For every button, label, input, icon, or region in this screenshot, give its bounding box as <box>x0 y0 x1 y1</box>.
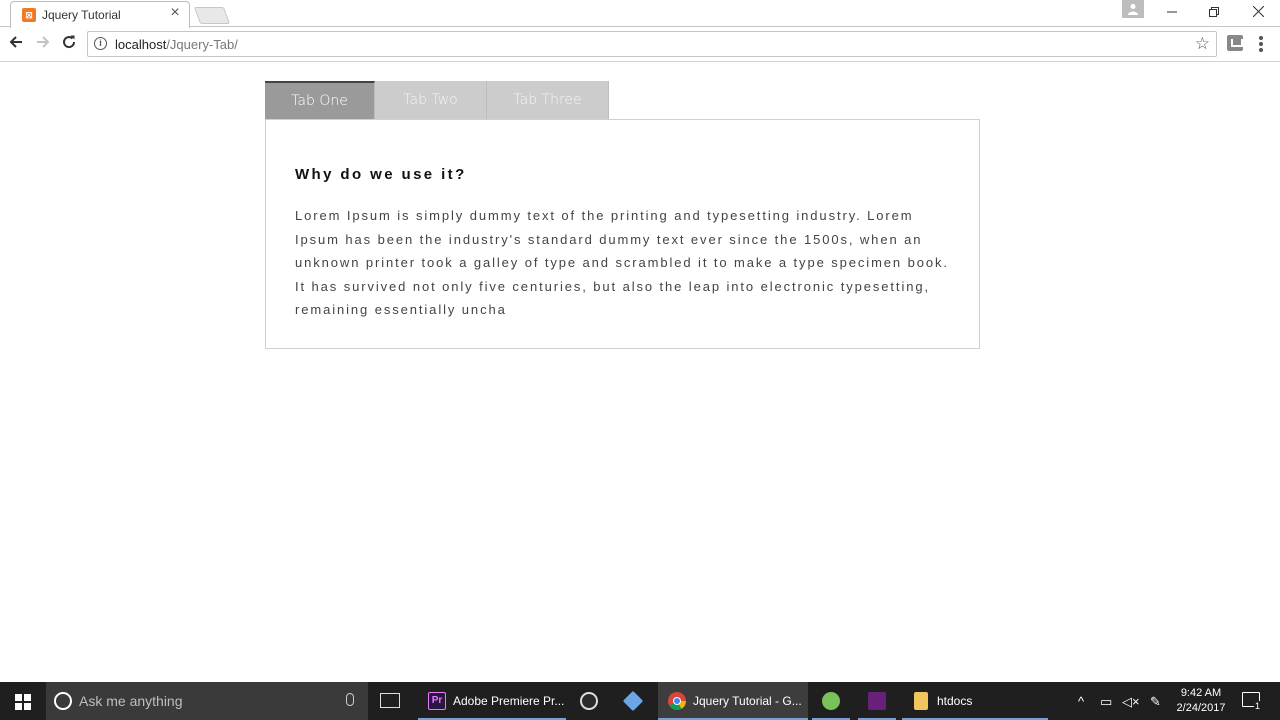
pen-icon[interactable]: ✎ <box>1150 694 1161 710</box>
minimize-icon <box>1167 11 1177 13</box>
browser-tab[interactable]: ⊠ Jquery Tutorial × <box>10 1 190 28</box>
folder-icon <box>914 692 928 710</box>
taskbar-item-premiere[interactable]: Pr Adobe Premiere Pr... <box>418 682 566 720</box>
xampp-favicon-icon: ⊠ <box>22 8 36 22</box>
clock-time: 9:42 AM <box>1180 687 1222 699</box>
speaker-muted-icon[interactable]: ◁× <box>1122 694 1140 710</box>
cortana-icon <box>54 692 72 710</box>
forward-button[interactable] <box>33 34 53 54</box>
task-view-icon[interactable] <box>380 693 400 708</box>
restore-button[interactable] <box>1192 0 1236 26</box>
forward-arrow-icon <box>37 36 50 48</box>
start-button[interactable] <box>0 682 46 720</box>
close-window-button[interactable] <box>1236 0 1280 26</box>
taskbar-item-label: Adobe Premiere Pr... <box>453 694 565 708</box>
network-icon[interactable]: ▭ <box>1100 694 1112 710</box>
back-button[interactable] <box>6 34 26 54</box>
premiere-icon: Pr <box>428 692 446 710</box>
minimize-button[interactable] <box>1150 0 1194 26</box>
taskbar-item-label: htdocs <box>937 694 973 708</box>
taskbar: Ask me anything Pr Adobe Premiere Pr... … <box>0 682 1280 720</box>
user-icon <box>1128 4 1138 15</box>
close-window-icon <box>1252 5 1264 18</box>
panel-text: Lorem Ipsum is simply dummy text of the … <box>295 208 949 317</box>
notification-count: 1 <box>1254 701 1262 711</box>
page-content: Tab One Tab Two Tab Three Why do we use … <box>0 62 1280 682</box>
search-placeholder: Ask me anything <box>79 693 183 709</box>
reload-icon <box>63 35 76 49</box>
browser-tab-title: Jquery Tutorial <box>42 8 121 22</box>
tab-two[interactable]: Tab Two <box>375 81 487 120</box>
new-tab-button[interactable] <box>193 7 231 24</box>
browser-menu-icon[interactable] <box>1258 34 1264 54</box>
address-bar[interactable]: i localhost/Jquery-Tab/ ☆ <box>87 31 1217 57</box>
url-host: localhost <box>115 37 167 52</box>
close-icon[interactable]: × <box>167 5 183 21</box>
chevron-up-icon[interactable]: ^ <box>1078 694 1084 709</box>
chrome-icon <box>668 692 686 710</box>
taskbar-item-android-studio[interactable] <box>812 682 850 720</box>
tab-one[interactable]: Tab One <box>265 81 375 120</box>
tab-navigation: Tab One Tab Two Tab Three <box>265 81 609 120</box>
bookmark-star-icon[interactable]: ☆ <box>1195 34 1210 54</box>
obs-icon <box>580 692 598 710</box>
taskbar-item-box-app[interactable] <box>614 682 652 720</box>
reload-button[interactable] <box>59 34 79 54</box>
url-text[interactable]: localhost/Jquery-Tab/ <box>115 37 238 52</box>
taskbar-item-chrome[interactable]: Jquery Tutorial - G... <box>658 682 808 720</box>
taskbar-item-visual-studio[interactable] <box>858 682 896 720</box>
taskbar-search-box[interactable]: Ask me anything <box>46 682 368 720</box>
panel-heading: Why do we use it? <box>295 166 467 183</box>
microphone-icon[interactable] <box>346 693 354 706</box>
box-app-icon <box>622 690 644 712</box>
taskbar-item-obs[interactable] <box>570 682 608 720</box>
restore-icon <box>1209 7 1219 17</box>
back-arrow-icon <box>9 36 22 48</box>
browser-tabstrip: ⊠ Jquery Tutorial × <box>0 0 1280 28</box>
taskbar-clock[interactable]: 9:42 AM 2/24/2017 <box>1170 686 1232 716</box>
browser-toolbar: i localhost/Jquery-Tab/ ☆ <box>0 27 1280 62</box>
url-path: /Jquery-Tab/ <box>166 37 238 52</box>
windows-logo-icon <box>15 694 31 710</box>
taskbar-item-htdocs[interactable]: htdocs <box>902 682 1048 720</box>
clock-date: 2/24/2017 <box>1176 702 1226 714</box>
visual-studio-icon <box>868 692 886 710</box>
tab-panel: Why do we use it? Lorem Ipsum is simply … <box>265 119 980 349</box>
android-studio-icon <box>822 692 840 710</box>
profile-button[interactable] <box>1122 0 1144 18</box>
tab-three[interactable]: Tab Three <box>487 81 609 120</box>
extension-icon[interactable] <box>1227 35 1243 51</box>
info-icon[interactable]: i <box>94 37 107 50</box>
taskbar-item-label: Jquery Tutorial - G... <box>693 694 802 708</box>
